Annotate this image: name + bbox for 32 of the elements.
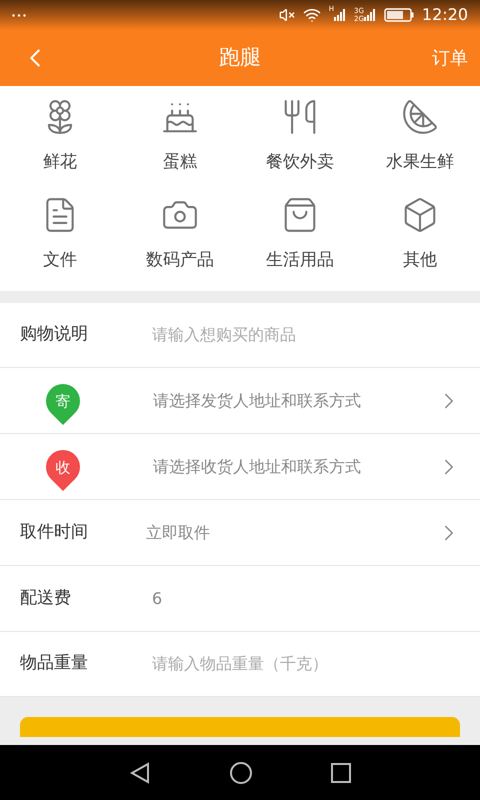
more-dots-icon <box>12 14 26 16</box>
home-nav-icon[interactable] <box>228 760 253 784</box>
battery-icon <box>384 8 414 22</box>
category-item[interactable]: 鲜花 <box>0 98 120 176</box>
input-field[interactable]: 请输入物品重量（千克） <box>152 652 460 676</box>
category-item[interactable]: 数码产品 <box>120 196 240 273</box>
page-title: 跑腿 <box>219 44 261 72</box>
signal-icon <box>334 9 346 21</box>
address-row[interactable]: 收 请选择收货人地址和联系方式 <box>0 434 480 500</box>
field-label: 物品重量 <box>20 652 89 676</box>
category-item[interactable]: 其他 <box>360 196 480 273</box>
category-item[interactable]: 生活用品 <box>240 196 360 273</box>
mute-icon <box>278 7 295 23</box>
category-item[interactable]: 水果生鲜 <box>360 98 480 176</box>
field-label: 配送费 <box>20 586 72 610</box>
time-row[interactable]: 取件时间 立即取件 <box>0 500 480 566</box>
address-row[interactable]: 寄 请选择发货人地址和联系方式 <box>0 368 480 434</box>
citrus-icon <box>401 98 439 136</box>
field-label: 取件时间 <box>20 520 89 544</box>
category-item[interactable]: 蛋糕 <box>120 98 240 176</box>
signal-icon <box>364 9 376 21</box>
category-item[interactable]: 餐饮外卖 <box>240 98 360 176</box>
recents-nav-icon[interactable] <box>330 762 352 784</box>
address-placeholder: 请选择收货人地址和联系方式 <box>153 456 362 478</box>
field-value: 6 <box>152 588 164 610</box>
field-value: 立即取件 <box>146 522 211 544</box>
field-label: 购物说明 <box>20 323 89 346</box>
clock-time: 12:20 <box>422 4 468 26</box>
wifi-icon <box>302 6 321 24</box>
category-item[interactable]: 文件 <box>0 196 120 273</box>
input-field[interactable]: 请输入想购买的商品 <box>152 323 460 347</box>
address-placeholder: 请选择发货人地址和联系方式 <box>153 390 362 412</box>
